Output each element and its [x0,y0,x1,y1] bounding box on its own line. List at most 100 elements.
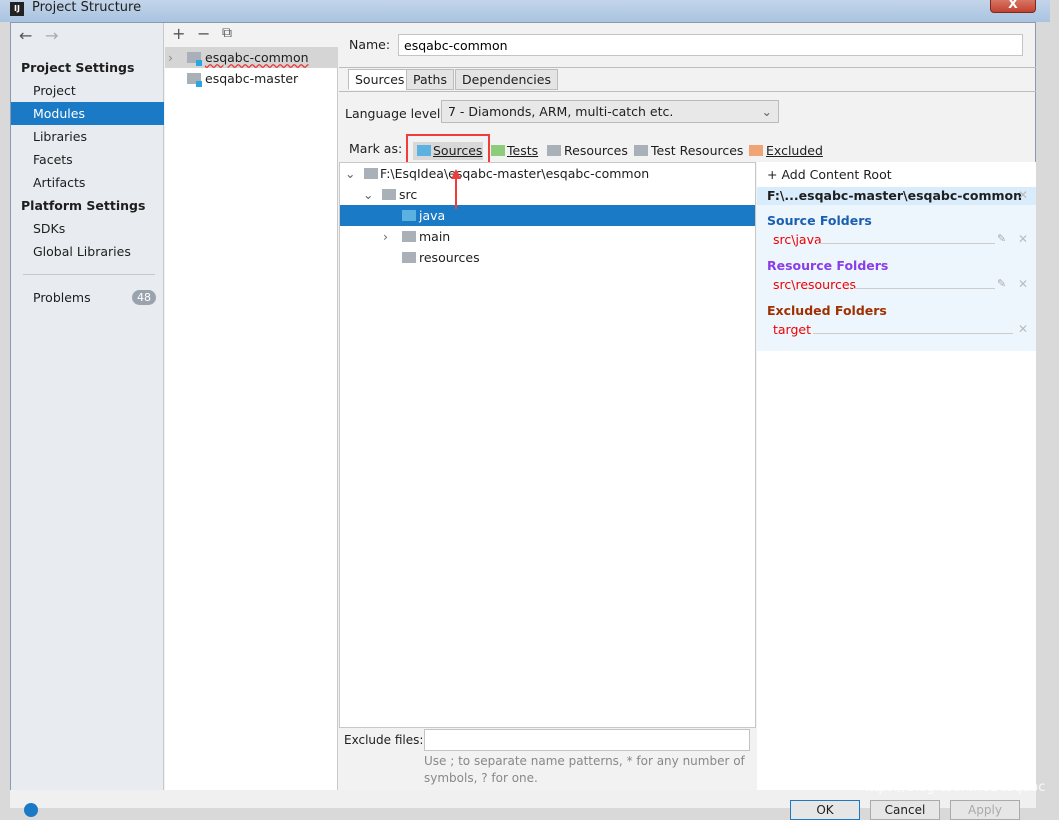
exclude-files-hint: Use ; to separate name patterns, * for a… [424,753,745,787]
folder-tree: ⌄ F:\EsqIdea\esqabc-master\esqabc-common … [339,162,756,728]
test-resources-folder-icon [634,145,648,156]
name-input[interactable] [398,34,1023,56]
mark-tests-button[interactable]: Tests [491,142,538,160]
language-level-value: 7 - Diamonds, ARM, multi-catch etc. [448,104,674,119]
sidebar-item-sdks[interactable]: SDKs [11,217,164,240]
sidebar-item-artifacts[interactable]: Artifacts [11,171,164,194]
apply-button[interactable]: Apply [950,800,1020,820]
module-label: esqabc-master [205,71,299,86]
source-folders-heading: Source Folders [767,213,872,228]
source-folder-icon [402,210,416,221]
resources-folder-icon [547,145,561,156]
module-list: + − ⧉ › esqabc-common esqabc-master [165,23,338,790]
mark-test-resources-button[interactable]: Test Resources [634,142,743,160]
folder-icon [364,168,378,179]
sidebar-item-modules[interactable]: Modules [11,102,164,125]
separator-line [853,288,995,289]
excluded-folder-item: target [773,322,812,337]
sidebar-item-libraries[interactable]: Libraries [11,125,164,148]
module-item-esqabc-master[interactable]: esqabc-master [165,68,338,89]
folder-icon [382,189,396,200]
mark-excluded-label: Excluded [766,143,823,158]
tree-row-src[interactable]: ⌄ src [340,184,755,205]
forward-icon[interactable]: → [45,26,58,45]
app-icon: IJ [10,2,24,16]
tree-label: F:\EsqIdea\esqabc-master\esqabc-common [380,166,650,181]
tree-label: java [419,208,446,223]
chevron-right-icon[interactable]: › [383,226,388,247]
ok-button[interactable]: OK [790,800,860,820]
remove-root-icon[interactable]: ✕ [1018,188,1028,202]
close-button[interactable]: X [990,0,1036,13]
red-arrow-annotation [451,169,461,209]
module-editor: Name: Sources Paths Dependencies Languag… [339,23,1036,790]
mark-resources-button[interactable]: Resources [547,142,628,160]
tree-row-root[interactable]: ⌄ F:\EsqIdea\esqabc-master\esqabc-common [340,163,755,184]
sidebar-item-facets[interactable]: Facets [11,148,164,171]
module-item-esqabc-common[interactable]: › esqabc-common [165,47,338,68]
project-settings-heading: Project Settings [21,60,135,75]
mark-resources-label: Resources [564,143,628,158]
resource-folders-heading: Resource Folders [767,258,889,273]
tree-row-main[interactable]: › main [340,226,755,247]
edit-icon[interactable]: ✎ [997,277,1006,290]
root-path: F:\...esqabc-master\esqabc-common [767,188,1022,203]
module-toolbar: + − ⧉ [165,23,338,47]
window-title: Project Structure [32,0,142,15]
separator-line [817,243,995,244]
divider [339,91,1036,92]
tab-sources[interactable]: Sources [348,69,412,90]
remove-icon[interactable]: ✕ [1018,277,1028,291]
mark-sources-label: Sources [433,143,483,158]
copy-icon[interactable]: ⧉ [222,25,232,41]
module-badge-icon [196,60,202,66]
hint-line: Use ; to separate name patterns, * for a… [424,754,745,768]
excluded-folder-icon [749,145,763,156]
edit-icon[interactable]: ✎ [997,232,1006,245]
folder-icon [402,231,416,242]
platform-settings-heading: Platform Settings [21,198,146,213]
tree-row-resources[interactable]: resources [340,247,755,268]
cancel-button[interactable]: Cancel [870,800,940,820]
tab-dependencies[interactable]: Dependencies [455,69,558,90]
language-level-select[interactable]: 7 - Diamonds, ARM, multi-catch etc. ⌄ [441,100,779,123]
language-level-label: Language level: [345,106,445,121]
chevron-down-icon[interactable]: ⌄ [363,184,373,205]
add-content-root-button[interactable]: + Add Content Root [767,167,892,182]
hint-line: symbols, ? for one. [424,771,538,785]
problems-count-badge: 48 [132,290,156,305]
tests-folder-icon [491,145,505,156]
mark-as-label: Mark as: [349,141,403,156]
divider [339,67,1036,68]
tree-label: main [419,229,451,244]
mark-excluded-button[interactable]: Excluded [749,142,823,160]
module-label: esqabc-common [205,50,309,65]
mark-sources-button[interactable]: Sources [413,142,483,160]
remove-icon[interactable]: ✕ [1018,232,1028,246]
remove-icon[interactable]: − [197,24,210,43]
title-bar: IJ Project Structure X [0,0,1050,22]
source-folder-item: src\java [773,232,822,247]
problems-label: Problems [33,290,91,305]
sidebar-item-project[interactable]: Project [11,79,164,102]
help-icon[interactable] [24,803,38,817]
add-icon[interactable]: + [172,24,185,43]
name-label: Name: [349,37,391,52]
exclude-files-input[interactable] [424,729,750,751]
sources-folder-icon [417,145,431,156]
remove-icon[interactable]: ✕ [1018,322,1028,336]
watermark: https://blog.csdn.net/esqabc [860,780,1046,795]
tab-paths[interactable]: Paths [406,69,454,90]
module-badge-icon [196,81,202,87]
separator-line [813,333,1013,334]
chevron-right-icon[interactable]: › [168,47,173,68]
sidebar-item-problems[interactable]: Problems 48 [11,286,164,309]
content-root-panel: + Add Content Root F:\...esqabc-master\e… [757,162,1036,790]
chevron-down-icon[interactable]: ⌄ [345,163,355,184]
tree-label: resources [419,250,480,265]
tree-row-java[interactable]: java [340,205,755,226]
divider [23,274,155,275]
sidebar-item-global-libraries[interactable]: Global Libraries [11,240,164,263]
tree-label: src [399,187,418,202]
back-icon[interactable]: ← [19,26,32,45]
